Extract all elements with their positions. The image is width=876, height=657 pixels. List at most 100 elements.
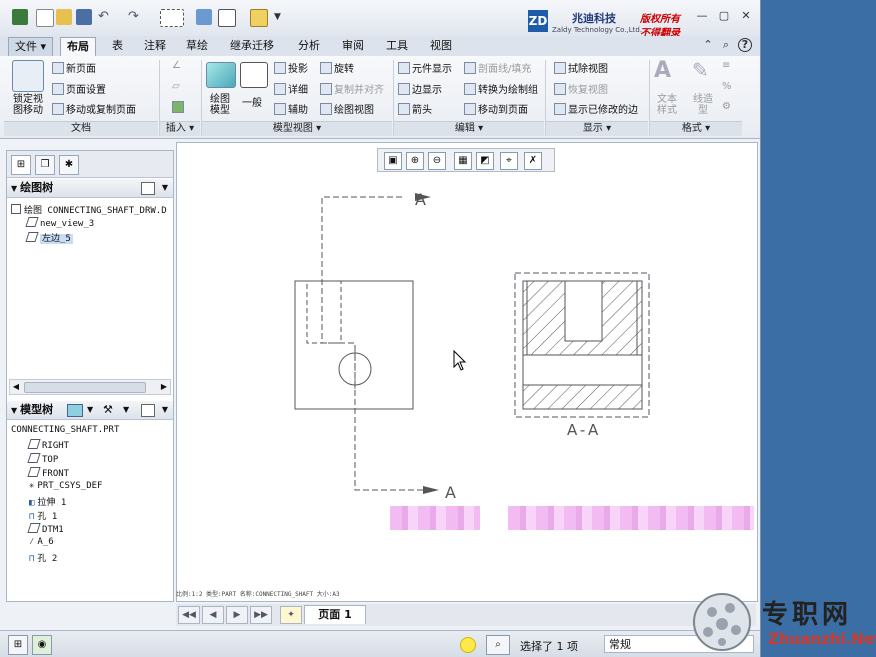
find-icon[interactable]: ⌕ [486,635,510,655]
general-view-icon[interactable] [240,62,268,88]
drawing-model-button[interactable]: 绘图模型 [206,94,234,116]
tree-settings-icon[interactable] [141,404,155,417]
model-display-icon[interactable] [67,404,83,417]
rotate-button[interactable]: 旋转 [320,60,354,75]
window-icon[interactable] [218,9,236,27]
message-light-icon[interactable] [460,637,476,653]
maximize-button[interactable]: ▢ [716,9,732,23]
drawing-canvas[interactable]: ▣ ⊕ ⊖ ▦ ◩ ⌖ ✗ A A A-A [176,142,758,602]
browser-toggle-icon[interactable]: ◉ [32,635,52,655]
folder-tab-icon[interactable]: ❐ [35,155,55,175]
restore-view-button[interactable]: 恢复视图 [554,81,608,96]
drawing-tree-header[interactable]: ▼ 绘图树 ▼ [7,179,173,198]
auxiliary-button[interactable]: 辅助 [274,101,308,116]
previous-page-icon[interactable]: ◀ [202,606,224,624]
tools-dropdown-icon[interactable]: ▼ [123,401,129,419]
model-tools-icon[interactable]: ⚒ [103,401,113,419]
model-tree-header[interactable]: ▼ 模型树 ▼ ⚒ ▼ ▼ [7,401,173,420]
last-page-icon[interactable]: ▶▶ [250,606,272,624]
convert-to-draft-group-button[interactable]: 转换为绘制组 [464,81,538,96]
tree-item-view-selected[interactable]: 左边_5 [25,231,73,244]
insert-chart-icon[interactable]: ∠ [172,60,181,71]
select-box-icon[interactable] [160,9,184,27]
scroll-thumb[interactable] [24,382,146,393]
page-tab[interactable]: 页面 1 [304,605,366,624]
insert-image-icon[interactable] [172,101,186,114]
tab-analysis[interactable]: 分析 [292,37,326,55]
redo-icon[interactable]: ↷ [128,9,144,25]
group-model-views[interactable]: 模型视图 ▾ [202,121,392,136]
symbol-icon[interactable]: ⚙ [722,101,731,112]
group-edit[interactable]: 编辑 ▾ [394,121,544,136]
drawing-view-button[interactable]: 绘图视图 [320,101,374,116]
line-style-icon[interactable]: ✎ [692,58,709,82]
drawing-model-icon[interactable] [206,62,236,88]
copy-align-button[interactable]: 复制并对齐 [320,81,384,96]
show-modified-edges-button[interactable]: 显示已修改的边 [554,101,638,116]
arrow-button[interactable]: 箭头 [398,101,432,116]
tab-file[interactable]: 文件 ▾ [8,37,54,57]
model-tree-root[interactable]: CONNECTING_SHAFT.PRT [11,425,119,435]
first-page-icon[interactable]: ◀◀ [178,606,200,624]
tree-item-hole[interactable]: ⊓ 孔 2 [29,551,57,564]
open-folder-icon[interactable] [56,9,72,25]
tab-annotate[interactable]: 注释 [138,37,172,55]
move-copy-page-button[interactable]: 移动或复制页面 [52,101,136,116]
tab-view[interactable]: 视图 [424,37,458,55]
new-page-tab-icon[interactable]: ✦ [280,606,302,624]
tab-tools[interactable]: 工具 [380,37,414,55]
insert-plane-icon[interactable]: ▱ [172,81,180,92]
line-style-button[interactable]: 线造型 [690,94,716,116]
element-display-button[interactable]: 元件显示 [398,60,452,75]
lock-view-icon[interactable] [12,60,44,92]
navigator-toggle-icon[interactable]: ⊞ [8,635,28,655]
tab-table[interactable]: 表 [106,37,129,55]
scroll-right-icon[interactable]: ▶ [158,380,170,394]
tree-item-view[interactable]: new_view_3 [25,217,94,229]
tree-item-csys[interactable]: ✳ PRT_CSYS_DEF [29,481,102,491]
section-fill-button[interactable]: 剖面线/填充 [464,60,531,75]
tree-settings-icon[interactable] [141,182,155,195]
close-button[interactable]: ✕ [738,9,754,23]
tree-item-extrude[interactable]: ◧ 拉伸 1 [29,495,66,508]
lock-view-button[interactable]: 锁定视图移动 [10,94,46,116]
tree-item-drawing[interactable]: 绘图 CONNECTING_SHAFT_DRW.D [11,203,167,216]
tree-item-axis[interactable]: ⁄ A_6 [29,537,54,547]
move-to-page-button[interactable]: 移动到页面 [464,101,528,116]
page-setup-button[interactable]: 页面设置 [52,81,106,96]
text-style-button[interactable]: 文本样式 [654,94,680,116]
tree-tab-icon[interactable]: ⊞ [11,155,31,175]
erase-view-button[interactable]: 拭除视图 [554,60,608,75]
edge-display-button[interactable]: 边显示 [398,81,442,96]
tree-dropdown-icon[interactable]: ▼ [162,179,168,197]
text-style-icon[interactable]: A [654,58,671,83]
search-icon[interactable]: ⌕ [718,38,734,52]
help-icon[interactable]: ? [738,38,752,52]
tree-item-datum-plane[interactable]: FRONT [27,467,69,479]
save-icon[interactable] [76,9,92,25]
tree-item-datum-plane[interactable]: DTM1 [27,523,64,535]
next-page-icon[interactable]: ▶ [226,606,248,624]
group-format[interactable]: 格式 ▾ [650,121,742,136]
tree-item-datum-plane[interactable]: RIGHT [27,439,69,451]
new-file-icon[interactable] [36,9,54,27]
tab-legacy-migration[interactable]: 继承迁移 [224,37,280,55]
undo-icon[interactable]: ↶ [98,9,114,25]
horizontal-scrollbar[interactable]: ◀ ▶ [9,379,171,395]
projection-button[interactable]: 投影 [274,60,308,75]
model-dropdown-icon[interactable]: ▼ [87,401,93,419]
minimize-button[interactable]: — [694,9,710,23]
app-icon[interactable] [12,9,28,25]
collapse-ribbon-icon[interactable]: ⌃ [700,38,716,52]
customize-dropdown-icon[interactable]: ▼ [274,9,290,25]
tree-item-hole[interactable]: ⊓ 孔 1 [29,509,57,522]
hatch-icon[interactable]: ≡ [722,60,730,71]
tab-review[interactable]: 审阅 [336,37,370,55]
group-display[interactable]: 显示 ▾ [546,121,648,136]
regenerate-icon[interactable] [196,9,212,25]
tab-layout[interactable]: 布局 [60,37,96,56]
favorites-tab-icon[interactable]: ✱ [59,155,79,175]
tree-dropdown-icon[interactable]: ▼ [162,401,168,419]
new-page-button[interactable]: 新页面 [52,60,96,75]
tab-sketch[interactable]: 草绘 [180,37,214,55]
